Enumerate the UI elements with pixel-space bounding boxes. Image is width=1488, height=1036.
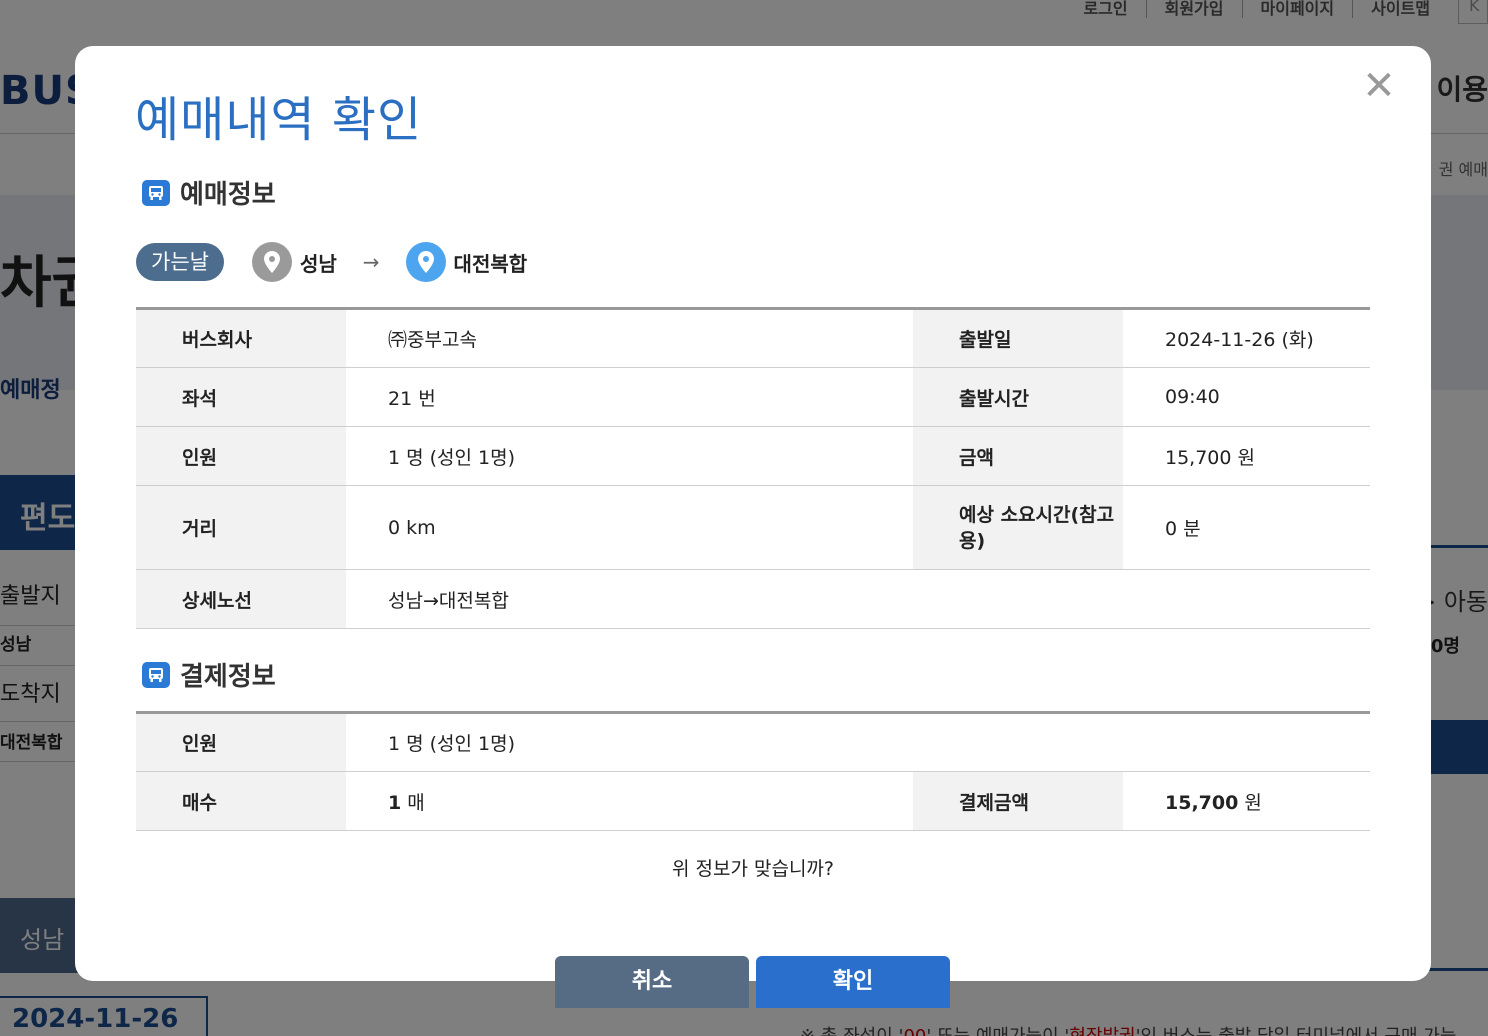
destination-pin-icon <box>405 242 446 282</box>
table-row: 인원 1 명 (성인 1명) 금액 15,700 원 <box>136 426 1370 486</box>
confirm-question: 위 정보가 맞습니까? <box>671 858 834 880</box>
booking-confirm-modal: 예매내역 확인 ✕ 예매정보 가는날 성남 → 대전복합 버스회사 ㈜중부고속 … <box>75 46 1431 1008</box>
payment-amount-value: 15,700 원 <box>1123 771 1370 831</box>
close-icon[interactable]: ✕ <box>1359 66 1399 106</box>
seat-label: 좌석 <box>136 367 346 427</box>
table-row: 인원 1 명 (성인 1명) <box>136 712 1370 772</box>
departure-date-value: 2024-11-26 (화) <box>1123 308 1370 368</box>
estimated-duration-label: 예상 소요시간(참고용) <box>913 485 1123 570</box>
route-summary: 가는날 성남 → 대전복합 <box>136 242 527 282</box>
destination-name: 대전복합 <box>453 251 528 276</box>
payment-passengers-value: 1 명 (성인 1명) <box>346 712 1370 772</box>
payment-info-table: 인원 1 명 (성인 1명) 매수 1 매 결제금액 15,700 원 <box>136 711 1370 831</box>
payment-passengers-label: 인원 <box>136 712 346 772</box>
seat-value: 21 번 <box>346 367 913 427</box>
trip-direction-badge: 가는날 <box>136 243 224 281</box>
table-row: 좌석 21 번 출발시간 09:40 <box>136 367 1370 427</box>
payment-amount-label: 결제금액 <box>913 771 1123 831</box>
fare-value: 15,700 원 <box>1123 426 1370 486</box>
table-row: 거리 0 km 예상 소요시간(참고용) 0 분 <box>136 485 1370 570</box>
route-detail-value: 성남→대전복합 <box>346 569 1370 629</box>
table-row: 매수 1 매 결제금액 15,700 원 <box>136 771 1370 831</box>
ticket-count-value: 1 매 <box>346 771 913 831</box>
bus-icon <box>142 179 170 206</box>
departure-time-value: 09:40 <box>1123 367 1370 427</box>
fare-label: 금액 <box>913 426 1123 486</box>
passengers-label: 인원 <box>136 426 346 486</box>
ticket-count-label: 매수 <box>136 771 346 831</box>
cancel-button[interactable]: 취소 <box>555 956 749 1008</box>
booking-info-heading: 예매정보 <box>142 174 276 211</box>
departure-date-label: 출발일 <box>913 308 1123 368</box>
booking-info-title: 예매정보 <box>180 180 276 210</box>
payment-info-title: 결제정보 <box>180 662 276 692</box>
route-detail-label: 상세노선 <box>136 569 346 629</box>
modal-title: 예매내역 확인 <box>135 92 423 148</box>
bus-icon <box>142 661 170 688</box>
table-row: 상세노선 성남→대전복합 <box>136 569 1370 629</box>
departure-time-label: 출발시간 <box>913 367 1123 427</box>
estimated-duration-value: 0 분 <box>1123 485 1370 570</box>
booking-info-table: 버스회사 ㈜중부고속 출발일 2024-11-26 (화) 좌석 21 번 출발… <box>136 307 1370 629</box>
distance-label: 거리 <box>136 485 346 570</box>
confirm-button[interactable]: 확인 <box>756 956 950 1008</box>
distance-value: 0 km <box>346 485 913 570</box>
origin-pin-icon <box>251 242 292 282</box>
table-row: 버스회사 ㈜중부고속 출발일 2024-11-26 (화) <box>136 308 1370 368</box>
bus-company-label: 버스회사 <box>136 308 346 368</box>
payment-info-heading: 결제정보 <box>142 656 276 693</box>
passengers-value: 1 명 (성인 1명) <box>346 426 913 486</box>
origin-name: 성남 <box>299 251 337 276</box>
bus-company-value: ㈜중부고속 <box>346 308 913 368</box>
route-arrow-icon: → <box>362 250 380 274</box>
